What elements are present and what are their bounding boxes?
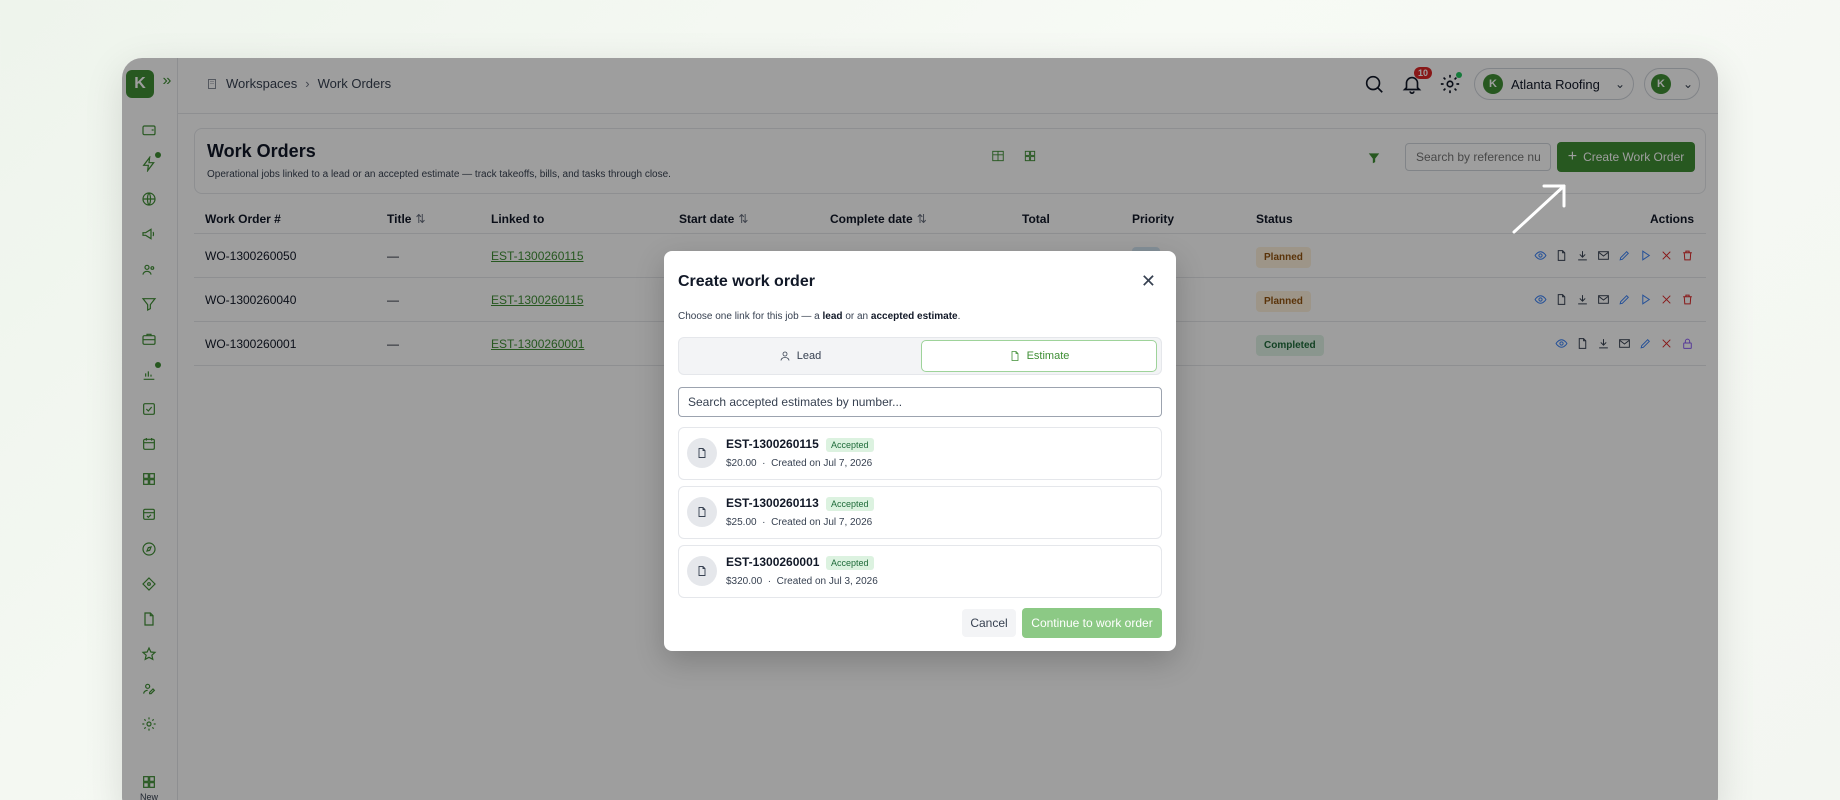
file-icon bbox=[687, 438, 717, 468]
estimate-number: EST-1300260115 bbox=[726, 437, 819, 451]
tab-estimate-label: Estimate bbox=[1026, 350, 1070, 362]
tab-estimate[interactable]: Estimate bbox=[921, 340, 1157, 372]
tab-lead[interactable]: Lead bbox=[681, 340, 919, 372]
cancel-button[interactable]: Cancel bbox=[962, 609, 1016, 637]
create-work-order-dialog: Create work order ✕ Choose one link for … bbox=[664, 251, 1176, 651]
estimate-search-input[interactable] bbox=[678, 387, 1162, 417]
accepted-badge: Accepted bbox=[826, 438, 874, 452]
file-icon bbox=[1011, 351, 1018, 361]
estimate-number: EST-1300260113 bbox=[726, 496, 819, 510]
estimate-option[interactable]: EST-1300260113 Accepted $25.00 · Created… bbox=[678, 486, 1162, 539]
estimate-option[interactable]: EST-1300260115 Accepted $20.00 · Created… bbox=[678, 427, 1162, 480]
dialog-description: Choose one link for this job — a lead or… bbox=[678, 311, 961, 322]
estimate-meta: $320.00 · Created on Jul 3, 2026 bbox=[726, 576, 878, 587]
estimate-number: EST-1300260001 bbox=[726, 555, 820, 569]
pointer-arrow-icon bbox=[1512, 184, 1566, 234]
estimate-meta: $25.00 · Created on Jul 7, 2026 bbox=[726, 517, 873, 528]
close-icon[interactable]: ✕ bbox=[1141, 271, 1156, 292]
tab-lead-label: Lead bbox=[796, 350, 822, 362]
accepted-badge: Accepted bbox=[826, 556, 874, 570]
accepted-badge: Accepted bbox=[826, 497, 874, 511]
dialog-title: Create work order bbox=[678, 273, 815, 290]
continue-button[interactable]: Continue to work order bbox=[1022, 608, 1162, 638]
file-icon bbox=[687, 497, 717, 527]
link-type-tabs: Lead Estimate bbox=[678, 337, 1162, 375]
estimate-option[interactable]: EST-1300260001 Accepted $320.00 · Create… bbox=[678, 545, 1162, 598]
file-icon bbox=[687, 556, 717, 586]
user-icon bbox=[780, 351, 790, 361]
estimate-meta: $20.00 · Created on Jul 7, 2026 bbox=[726, 458, 873, 469]
